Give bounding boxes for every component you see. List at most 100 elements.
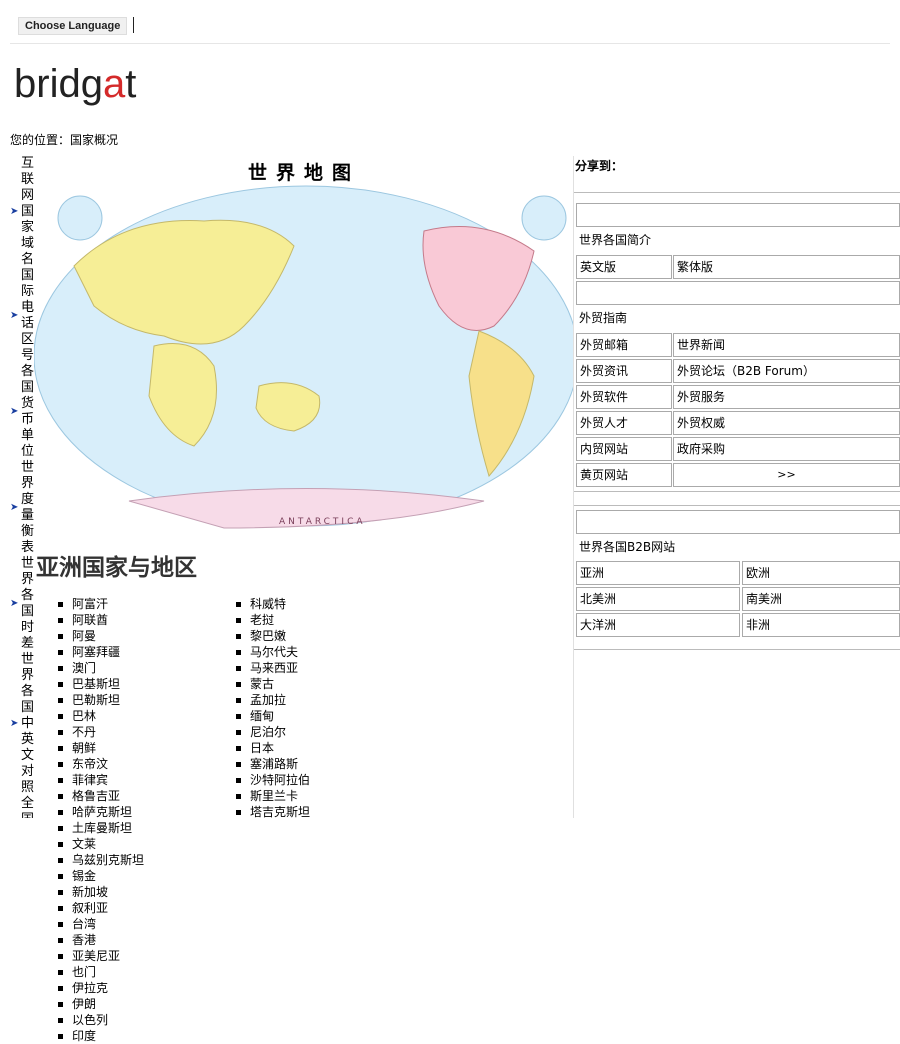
- left-nav-item[interactable]: ➤ 世界各国中英文对照: [10, 652, 34, 796]
- trade-link[interactable]: 黄页网站: [576, 463, 672, 487]
- country-link[interactable]: 文莱: [56, 836, 234, 852]
- left-nav-label: 各国货币单位: [21, 364, 34, 459]
- country-link[interactable]: 巴基斯坦: [56, 676, 234, 692]
- trade-link[interactable]: >>: [673, 463, 900, 487]
- country-link[interactable]: 澳门: [56, 660, 234, 676]
- b2b-region-link[interactable]: 亚洲: [576, 561, 740, 585]
- country-link[interactable]: 孟加拉: [234, 692, 412, 708]
- arrow-icon: ➤: [10, 206, 19, 217]
- trade-link[interactable]: 政府采购: [673, 437, 900, 461]
- country-link[interactable]: 巴勒斯坦: [56, 692, 234, 708]
- region-title: 亚洲国家与地区: [36, 554, 197, 581]
- country-link[interactable]: 伊拉克: [56, 980, 234, 996]
- world-map-graphic: ANTARCTICA: [34, 185, 574, 529]
- country-link[interactable]: 锡金: [56, 868, 234, 884]
- country-link[interactable]: 新加坡: [56, 884, 234, 900]
- country-link[interactable]: 塞浦路斯: [234, 756, 412, 772]
- trade-link[interactable]: 外贸论坛（B2B Forum）: [673, 359, 900, 383]
- trade-link[interactable]: 外贸人才: [576, 411, 672, 435]
- country-link[interactable]: 科威特: [234, 596, 412, 612]
- country-link[interactable]: 黎巴嫩: [234, 628, 412, 644]
- panel-spacer: [576, 510, 900, 534]
- country-link[interactable]: 缅甸: [234, 708, 412, 724]
- choose-language-button[interactable]: Choose Language: [18, 17, 128, 35]
- country-link[interactable]: 阿富汗: [56, 596, 234, 612]
- left-nav-item[interactable]: ➤ 国际电话区号: [10, 268, 34, 364]
- arrow-icon: ➤: [10, 718, 19, 729]
- trade-link[interactable]: 外贸服务: [673, 385, 900, 409]
- b2b-panel: 世界各国B2B网站 亚洲 欧洲 北美洲 南美洲 大洋洲 非洲: [574, 505, 900, 650]
- country-column: 科威特 老挝 黎巴嫩 马尔代夫 马来西亚 蒙古 孟加拉 缅甸 尼泊尔 日本 塞浦路斯 沙特阿拉伯 斯里兰…: [234, 596, 412, 820]
- country-link[interactable]: 朝鲜: [56, 740, 234, 756]
- country-link[interactable]: 格鲁吉亚: [56, 788, 234, 804]
- country-link[interactable]: 马尔代夫: [234, 644, 412, 660]
- country-link[interactable]: 老挝: [234, 612, 412, 628]
- country-link[interactable]: 乌兹别克斯坦: [56, 852, 234, 868]
- trade-link[interactable]: 内贸网站: [576, 437, 672, 461]
- country-link[interactable]: 叙利亚: [56, 900, 234, 916]
- left-nav-label: 世界各国中英文对照: [21, 652, 34, 795]
- panel-spacer: [576, 281, 900, 305]
- antarctica-label: ANTARCTICA: [279, 517, 366, 527]
- country-link[interactable]: 沙特阿拉伯: [234, 772, 412, 788]
- country-link[interactable]: 马来西亚: [234, 660, 412, 676]
- country-link[interactable]: 土库曼斯坦: [56, 820, 234, 836]
- trade-link[interactable]: 外贸资讯: [576, 359, 672, 383]
- left-vertical-nav: ➤ 互联网国家域名 ➤ 国际电话区号 ➤ 各国货币单位 ➤ 世界度量衡表 ➤ 世界各国时差 ➤ 世界各…: [10, 156, 34, 818]
- left-nav-label: 国际电话区号: [21, 268, 34, 363]
- trade-header: 外贸指南: [579, 311, 628, 325]
- country-link[interactable]: 尼泊尔: [234, 724, 412, 740]
- link-english-version[interactable]: 英文版: [576, 255, 672, 279]
- left-nav-item[interactable]: ➤ 各国货币单位: [10, 364, 34, 460]
- country-link[interactable]: 伊朗: [56, 996, 234, 1012]
- left-nav-label: 世界各国时差: [21, 556, 34, 651]
- breadcrumb: 您的位置：国家概况: [10, 133, 119, 147]
- arrow-icon: ➤: [10, 406, 19, 417]
- trade-link[interactable]: 外贸邮箱: [576, 333, 672, 357]
- left-nav-label: 互联网国家域名: [21, 156, 34, 267]
- country-link[interactable]: 印度: [56, 1028, 234, 1044]
- guide-panel: 世界各国简介 英文版 繁体版 外贸指南 外贸邮箱 世界新闻 外贸资讯 外贸论坛（B2B…: [574, 192, 900, 492]
- country-link[interactable]: 菲律宾: [56, 772, 234, 788]
- trade-link[interactable]: 外贸权威: [673, 411, 900, 435]
- country-link[interactable]: 以色列: [56, 1012, 234, 1028]
- b2b-region-link[interactable]: 大洋洲: [576, 613, 740, 637]
- left-nav-label: 全国电话区号: [21, 796, 34, 818]
- b2b-region-link[interactable]: 欧洲: [742, 561, 900, 585]
- country-link[interactable]: 斯里兰卡: [234, 788, 412, 804]
- share-label: 分享到：: [575, 159, 624, 173]
- left-nav-item[interactable]: ➤ 互联网国家域名: [10, 156, 34, 268]
- site-logo[interactable]: bridgat: [14, 62, 136, 107]
- left-nav-item[interactable]: ➤ 世界各国时差: [10, 556, 34, 652]
- trade-link[interactable]: 外贸软件: [576, 385, 672, 409]
- country-link[interactable]: 日本: [234, 740, 412, 756]
- trade-link[interactable]: 世界新闻: [673, 333, 900, 357]
- b2b-region-link[interactable]: 非洲: [742, 613, 900, 637]
- left-nav-item[interactable]: ➤ 世界度量衡表: [10, 460, 34, 556]
- country-link[interactable]: 香港: [56, 932, 234, 948]
- b2b-region-link[interactable]: 北美洲: [576, 587, 740, 611]
- country-link[interactable]: 阿塞拜疆: [56, 644, 234, 660]
- link-traditional-version[interactable]: 繁体版: [673, 255, 900, 279]
- left-nav-label: 世界度量衡表: [21, 460, 34, 555]
- b2b-region-link[interactable]: 南美洲: [742, 587, 900, 611]
- language-bar: Choose Language: [18, 17, 135, 35]
- world-map: 世界地图 ANTARCTICA: [34, 156, 574, 532]
- country-link[interactable]: 也门: [56, 964, 234, 980]
- country-link[interactable]: 阿曼: [56, 628, 234, 644]
- country-column: 阿富汗 阿联酋 阿曼 阿塞拜疆 澳门 巴基斯坦 巴勒斯坦 巴林 不丹 朝鲜 东帝汶 菲律宾 格鲁吉亚 哈萨…: [56, 596, 234, 820]
- arrow-icon: ➤: [10, 598, 19, 609]
- country-link[interactable]: 蒙古: [234, 676, 412, 692]
- left-nav-item[interactable]: ➤全国电话区号: [10, 796, 34, 818]
- arrow-icon: ➤: [10, 502, 19, 513]
- country-list: 阿富汗 阿联酋 阿曼 阿塞拜疆 澳门 巴基斯坦 巴勒斯坦 巴林 不丹 朝鲜 东帝汶 菲律宾 格鲁吉亚 哈萨…: [56, 596, 576, 1044]
- country-link[interactable]: 不丹: [56, 724, 234, 740]
- country-link[interactable]: 亚美尼亚: [56, 948, 234, 964]
- country-link[interactable]: 巴林: [56, 708, 234, 724]
- country-column: 土库曼斯坦 文莱 乌兹别克斯坦 锡金 新加坡 叙利亚 台湾 香港 亚美尼亚 也门 伊拉克 伊朗 以色列印…: [56, 820, 234, 1044]
- country-link[interactable]: 台湾: [56, 916, 234, 932]
- country-link[interactable]: 阿联酋: [56, 612, 234, 628]
- panel-spacer: [576, 203, 900, 227]
- country-link[interactable]: 东帝汶: [56, 756, 234, 772]
- intro-header: 世界各国简介: [579, 233, 652, 247]
